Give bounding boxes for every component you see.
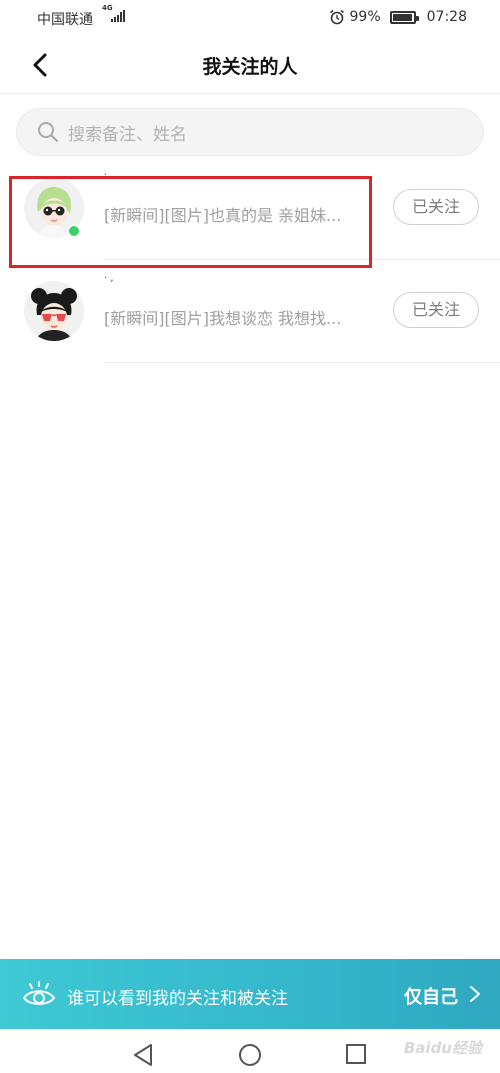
privacy-label: 谁可以看到我的关注和被关注 [67,989,288,1009]
battery-fill [392,13,413,21]
contact-name: · [104,170,108,181]
nav-bar: 我关注的人 [0,36,500,94]
following-item[interactable]: · [新瞬间][图片]也真的是 亲姐妹... 已关注 [0,158,500,260]
contact-name: · , [104,273,114,284]
page-title: 我关注的人 [202,56,298,78]
nav-back-icon[interactable] [132,1043,154,1067]
status-bar: 中国联通 4G 99% 07:28 [0,0,500,36]
search-icon [38,122,59,143]
battery-percent: 99% [349,9,381,25]
chevron-right-icon [470,986,480,1002]
privacy-setting-banner[interactable]: 谁可以看到我的关注和被关注 仅自己 [0,959,500,1029]
divider [104,362,500,363]
clock: 07:28 [426,9,467,25]
privacy-value: 仅自己 [404,987,458,1008]
carrier-label: 中国联通 [37,12,93,28]
following-status-button[interactable]: 已关注 [393,189,479,225]
watermark: Baidu经验 [403,1039,482,1057]
following-item[interactable]: · , [新瞬间][图片]我想谈恋 我想找... 已关注 [0,261,500,363]
nav-home-icon[interactable] [238,1043,262,1067]
search-input[interactable]: 搜索备注、姓名 [16,108,484,156]
divider [104,259,500,260]
following-status-button[interactable]: 已关注 [393,292,479,328]
alarm-icon [329,9,344,25]
moment-preview: [新瞬间][图片]也真的是 亲姐妹... [104,206,342,225]
nav-recents-icon[interactable] [345,1043,367,1065]
search-placeholder: 搜索备注、姓名 [68,124,187,145]
signal-icon [111,10,125,22]
moment-preview: [新瞬间][图片]我想谈恋 我想找... [104,309,342,328]
avatar[interactable] [24,281,84,341]
avatar-illustration [24,281,84,341]
online-indicator [67,224,81,238]
eye-icon [22,981,56,1005]
battery-icon [389,10,419,24]
